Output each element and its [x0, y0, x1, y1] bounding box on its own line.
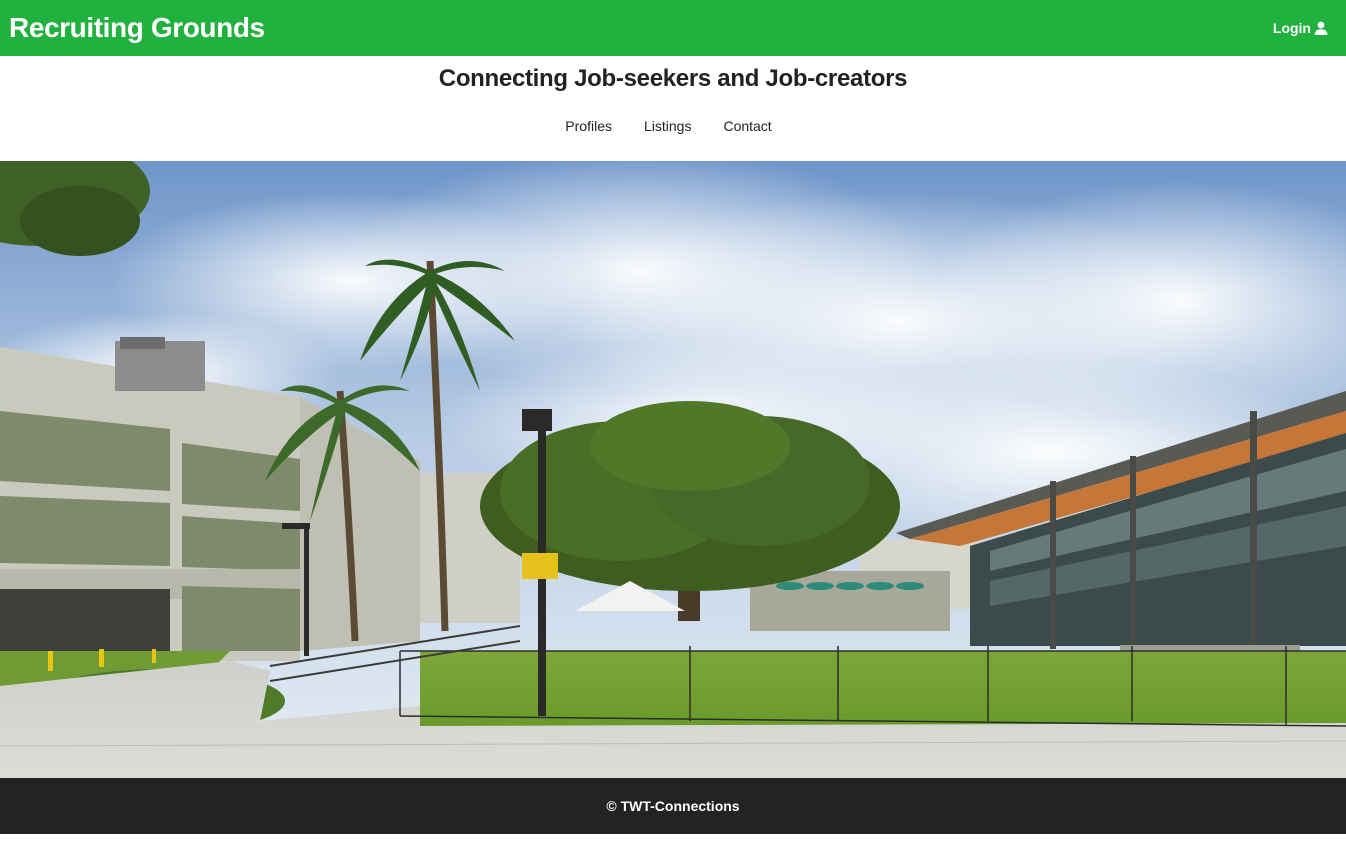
- nav-item-contact[interactable]: Contact: [723, 118, 771, 134]
- nav-item-profiles[interactable]: Profiles: [565, 118, 612, 134]
- user-icon: [1314, 21, 1328, 35]
- nav-item-listings[interactable]: Listings: [644, 118, 691, 134]
- hero-campus-image: [0, 161, 1346, 778]
- brand-logo-link[interactable]: Recruiting Grounds: [9, 12, 265, 44]
- top-navbar: Recruiting Grounds Login: [0, 0, 1346, 56]
- copyright-text: © TWT-Connections: [606, 798, 740, 814]
- login-label: Login: [1272, 20, 1311, 36]
- subheader: Connecting Job-seekers and Job-creators …: [0, 56, 1346, 161]
- login-link[interactable]: Login: [1273, 20, 1328, 36]
- campus-photo: [0, 161, 1346, 778]
- main-nav: Profiles Listings Contact: [0, 118, 1346, 134]
- footer: © TWT-Connections: [0, 778, 1346, 834]
- page-tagline: Connecting Job-seekers and Job-creators: [438, 65, 908, 92]
